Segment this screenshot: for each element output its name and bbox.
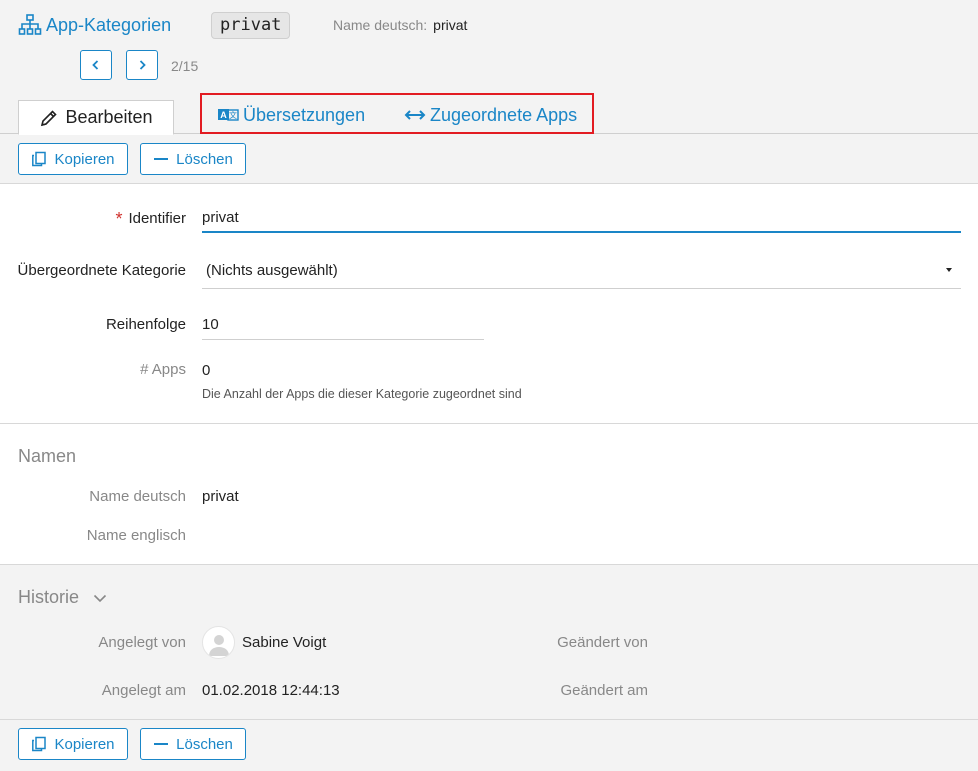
apps-count-label: # Apps xyxy=(140,361,186,378)
delete-button-label: Löschen xyxy=(176,150,233,168)
tab-translations[interactable]: A 文 Übersetzungen xyxy=(217,104,365,126)
delete-button-label: Löschen xyxy=(176,735,233,753)
history-section-title: Historie xyxy=(18,587,80,607)
svg-text:文: 文 xyxy=(229,110,237,120)
arrows-left-right-icon xyxy=(404,110,426,120)
header-name-value: privat xyxy=(433,17,468,33)
copy-icon xyxy=(32,736,47,752)
created-at-label: Angelegt am xyxy=(101,682,186,699)
chevron-left-icon xyxy=(92,60,99,70)
chevron-right-icon xyxy=(139,60,146,70)
parent-category-label: Übergeordnete Kategorie xyxy=(17,262,186,279)
created-by-value: Sabine Voigt xyxy=(242,634,327,651)
copy-button-bottom[interactable]: Kopieren xyxy=(18,728,128,760)
name-de-value: privat xyxy=(202,488,239,505)
header-name-label: Name deutsch: xyxy=(333,17,428,33)
chevron-down-icon xyxy=(93,595,107,603)
translate-icon: A 文 xyxy=(218,109,239,121)
identifier-label: * Identifier xyxy=(115,207,186,229)
parent-category-underline xyxy=(202,288,961,289)
identifier-input[interactable]: privat xyxy=(202,209,239,226)
order-input[interactable]: 10 xyxy=(202,316,219,333)
pencil-icon xyxy=(41,109,58,126)
page-title: App-Kategorien xyxy=(46,14,172,35)
header-name: Name deutsch: privat xyxy=(333,17,467,33)
previous-record-button[interactable] xyxy=(80,50,112,80)
next-record-button[interactable] xyxy=(126,50,158,80)
apps-count-value: 0 xyxy=(202,362,211,379)
tab-edit-label: Bearbeiten xyxy=(65,107,153,127)
copy-button[interactable]: Kopieren xyxy=(18,143,128,175)
top-toolbar: Kopieren Löschen xyxy=(0,134,978,184)
avatar xyxy=(202,626,235,659)
identifier-underline xyxy=(202,231,961,233)
delete-button-bottom[interactable]: Löschen xyxy=(140,728,246,760)
order-underline xyxy=(202,339,484,340)
required-marker: * xyxy=(115,209,123,229)
copy-icon xyxy=(32,151,47,167)
tab-assigned-apps[interactable]: Zugeordnete Apps xyxy=(404,104,577,126)
name-de-label: Name deutsch xyxy=(89,488,186,505)
copy-button-label: Kopieren xyxy=(54,150,115,168)
order-label: Reihenfolge xyxy=(105,316,186,333)
created-by-label: Angelegt von xyxy=(98,634,186,651)
bottom-toolbar: Kopieren Löschen xyxy=(0,720,978,771)
minus-icon xyxy=(154,743,169,745)
parent-category-select[interactable]: (Nichts ausgewählt) xyxy=(206,262,338,279)
svg-text:A: A xyxy=(220,110,227,120)
history-toggle[interactable]: Historie xyxy=(18,587,108,608)
delete-button[interactable]: Löschen xyxy=(140,143,246,175)
caret-down-icon[interactable] xyxy=(946,268,952,272)
sitemap-icon xyxy=(18,14,42,35)
created-at-value: 01.02.2018 12:44:13 xyxy=(202,682,340,699)
changed-by-label: Geändert von xyxy=(557,634,648,651)
apps-count-hint: Die Anzahl der Apps die dieser Kategorie… xyxy=(202,387,522,401)
breadcrumb-app-categories[interactable]: App-Kategorien xyxy=(18,13,171,37)
user-placeholder-icon xyxy=(208,634,229,656)
names-section-title: Namen xyxy=(18,446,77,466)
tab-translations-label: Übersetzungen xyxy=(243,104,366,125)
copy-button-label: Kopieren xyxy=(54,735,115,753)
minus-icon xyxy=(154,158,169,160)
changed-at-label: Geändert am xyxy=(560,682,648,699)
identifier-label-text: Identifier xyxy=(128,210,186,227)
name-en-label: Name englisch xyxy=(86,527,186,544)
identifier-chip: privat xyxy=(211,12,291,39)
pager-position: 2/15 xyxy=(171,58,199,74)
tab-assigned-apps-label: Zugeordnete Apps xyxy=(430,104,578,125)
tab-edit[interactable]: Bearbeiten xyxy=(18,100,174,135)
